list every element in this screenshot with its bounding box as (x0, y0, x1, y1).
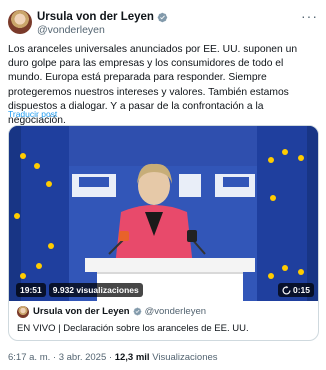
meta-separator-2: · (108, 352, 113, 363)
verified-badge-icon (157, 12, 168, 22)
quote-text: EN VIVO | Declaración sobre los arancele… (17, 323, 249, 334)
post-time[interactable]: 6:17 a. m. (8, 352, 50, 363)
views-count: 12,3 mil (114, 352, 150, 363)
commission-logo-right (215, 174, 255, 197)
commission-logo-mid (179, 174, 201, 197)
post-date[interactable]: 3 abr. 2025 (59, 352, 107, 363)
video-remaining-badge[interactable]: 0:15 (277, 283, 314, 297)
more-options-icon[interactable]: ··· (301, 9, 318, 23)
meta-separator: · (52, 352, 57, 363)
verified-badge-icon (133, 307, 141, 316)
quote-author-handle: @vonderleyen (144, 306, 207, 317)
quoted-post[interactable]: Ursula von der Leyen @vonderleyen EN VIV… (9, 301, 318, 340)
quoted-media-card[interactable]: 19:51 9.932 visualizaciones 0:15 Ursula … (8, 125, 319, 341)
author-name-row: Ursula von der Leyen (37, 11, 168, 23)
video-player[interactable]: 19:51 9.932 visualizaciones 0:15 (9, 126, 318, 301)
author-name[interactable]: Ursula von der Leyen (37, 11, 154, 23)
views-label: Visualizaciones (152, 352, 218, 363)
tweet-header: Ursula von der Leyen @vonderleyen ··· (8, 9, 318, 39)
author-handle[interactable]: @vonderleyen (37, 24, 105, 36)
video-frame-illustration (9, 126, 318, 301)
quote-author-avatar (17, 306, 29, 318)
refresh-icon (282, 285, 291, 294)
video-view-count: 9.932 visualizaciones (48, 283, 143, 297)
quote-author-name: Ursula von der Leyen (33, 306, 130, 317)
translate-link[interactable]: Traducir post (8, 109, 57, 119)
quote-author-row: Ursula von der Leyen @vonderleyen (33, 306, 206, 317)
video-info-badges: 19:51 9.932 visualizaciones (16, 283, 143, 297)
video-elapsed-time: 19:51 (16, 283, 46, 297)
commission-logo-left (72, 174, 116, 197)
author-avatar[interactable] (8, 10, 32, 34)
video-remaining-time: 0:15 (292, 285, 310, 295)
tweet-meta-footer: 6:17 a. m. · 3 abr. 2025 · 12,3 mil Visu… (8, 352, 218, 363)
